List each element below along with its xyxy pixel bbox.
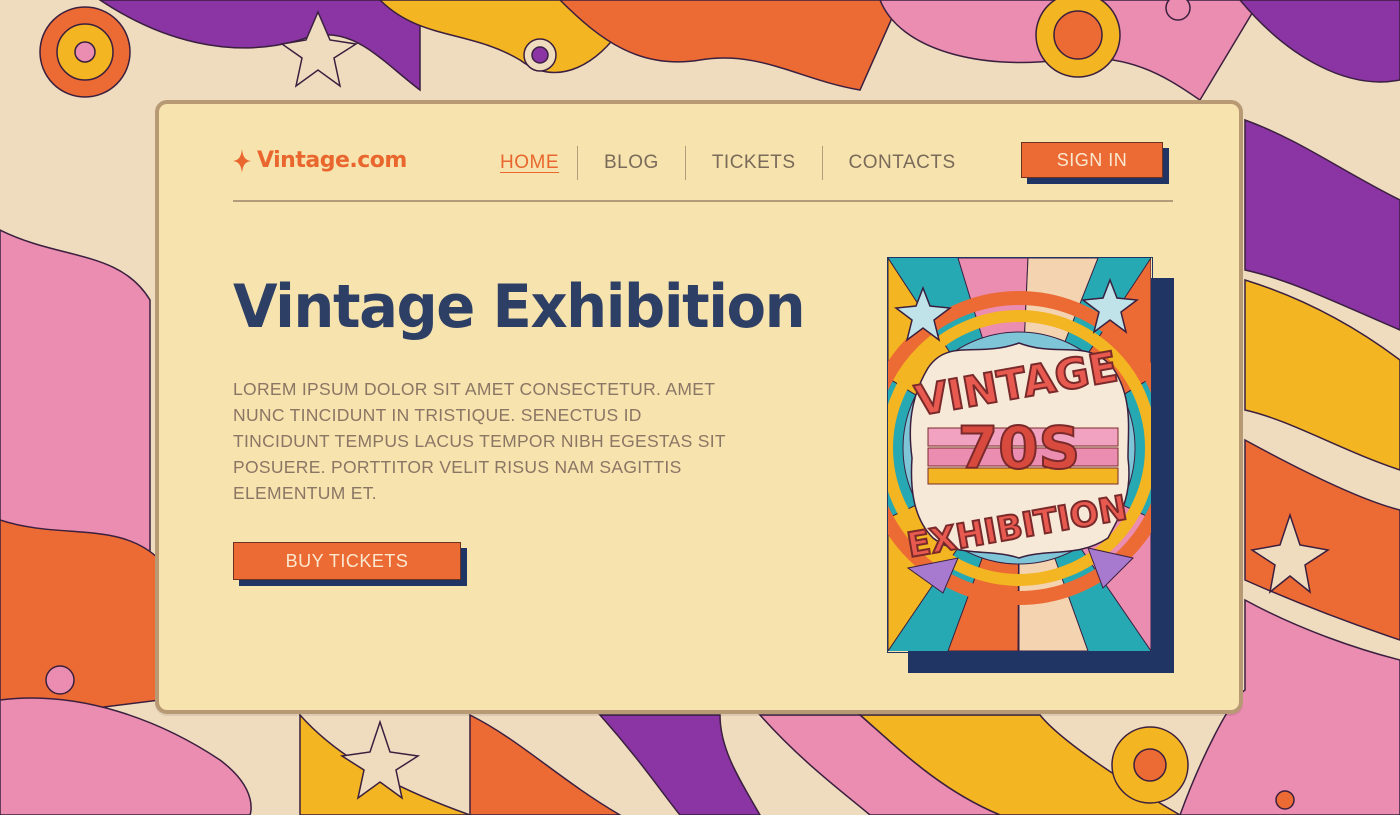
logo[interactable]: Vintage.com xyxy=(233,148,407,173)
nav-tickets[interactable]: TICKETS xyxy=(684,146,822,180)
nav-blog[interactable]: BLOG xyxy=(577,146,685,180)
buy-tickets-button-wrapper: BUY TICKETS xyxy=(233,542,467,586)
poster-art: VINTAGE 70S EXHIBITION xyxy=(888,258,1151,651)
sign-in-button-wrapper: SIGN IN xyxy=(1021,142,1169,184)
sign-in-button[interactable]: SIGN IN xyxy=(1021,142,1163,178)
nav-contacts[interactable]: CONTACTS xyxy=(821,146,982,180)
main-nav: HOME BLOG TICKETS CONTACTS xyxy=(484,146,982,180)
exhibition-poster[interactable]: VINTAGE 70S EXHIBITION xyxy=(887,257,1153,653)
hero-description: LOREM IPSUM DOLOR SIT AMET CONSECTETUR. … xyxy=(233,379,726,503)
buy-tickets-button[interactable]: BUY TICKETS xyxy=(233,542,461,580)
poster-line2: 70S xyxy=(958,414,1081,482)
logo-text: Vintage.com xyxy=(257,148,407,173)
nav-home[interactable]: HOME xyxy=(484,146,577,180)
main-card: Vintage.com HOME BLOG TICKETS CONTACTS S… xyxy=(155,100,1243,714)
sparkle-icon xyxy=(233,148,251,173)
header-divider xyxy=(233,200,1173,202)
hero-title: Vintage Exhibition xyxy=(233,272,806,342)
